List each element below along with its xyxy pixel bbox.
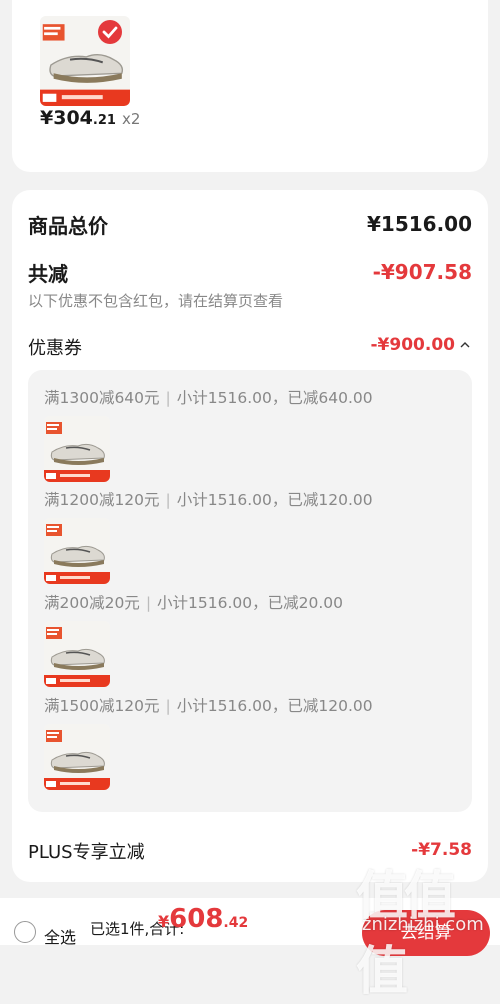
cart-item-card: ¥304.21 x2 — [12, 0, 488, 172]
total-label: 商品总价 — [28, 214, 108, 238]
grand-total: ¥608.42 — [158, 904, 249, 934]
chevron-up-icon — [460, 342, 470, 348]
coupon-group-header: 满1200减120元 | 小计1516.00，已减120.00 — [44, 491, 373, 509]
coupon-group-item-image[interactable] — [44, 621, 110, 687]
coupon-breakdown: 满1300减640元 | 小计1516.00，已减640.00 满1200减120元… — [28, 370, 472, 812]
watermark: 值值值 znizhizhi.com — [356, 858, 496, 1002]
mizuno-running-shoe-thumbnail — [44, 621, 110, 687]
select-all-radio[interactable] — [14, 921, 36, 943]
item-quantity: x2 — [122, 110, 141, 128]
coupon-toggle[interactable]: -¥900.00 — [371, 335, 473, 355]
coupon-group-item-image[interactable] — [44, 416, 110, 482]
coupon-label: 优惠券 — [28, 338, 82, 359]
total-value: ¥1516.00 — [366, 212, 472, 236]
select-all-label[interactable]: 全选 — [44, 924, 76, 948]
plus-discount-label: PLUS专享立减 — [28, 842, 145, 863]
mizuno-running-shoe-thumbnail — [44, 518, 110, 584]
coupon-group-item-image[interactable] — [44, 518, 110, 584]
coupon-group-header: 满200减20元 | 小计1516.00，已减20.00 — [44, 594, 344, 612]
discount-label: 共减 — [28, 262, 68, 286]
checkmark-icon — [98, 20, 122, 44]
watermark-url: znizhizhi.com — [362, 914, 484, 935]
mizuno-running-shoe-thumbnail — [44, 416, 110, 482]
coupon-group-header: 满1500减120元 | 小计1516.00，已减120.00 — [44, 697, 373, 715]
item-price: ¥304.21 — [40, 107, 116, 129]
coupon-group-item-image[interactable] — [44, 724, 110, 790]
discount-note: 以下优惠不包含红包，请在结算页查看 — [28, 292, 284, 310]
coupon-group-header: 满1300减640元 | 小计1516.00，已减640.00 — [44, 389, 373, 407]
price-summary-card: 商品总价 ¥1516.00 共减 -¥907.58 以下优惠不包含红包，请在结算… — [12, 190, 488, 882]
mizuno-running-shoe-thumbnail — [44, 724, 110, 790]
coupon-value: -¥900.00 — [370, 335, 456, 355]
discount-value: -¥907.58 — [372, 260, 472, 284]
